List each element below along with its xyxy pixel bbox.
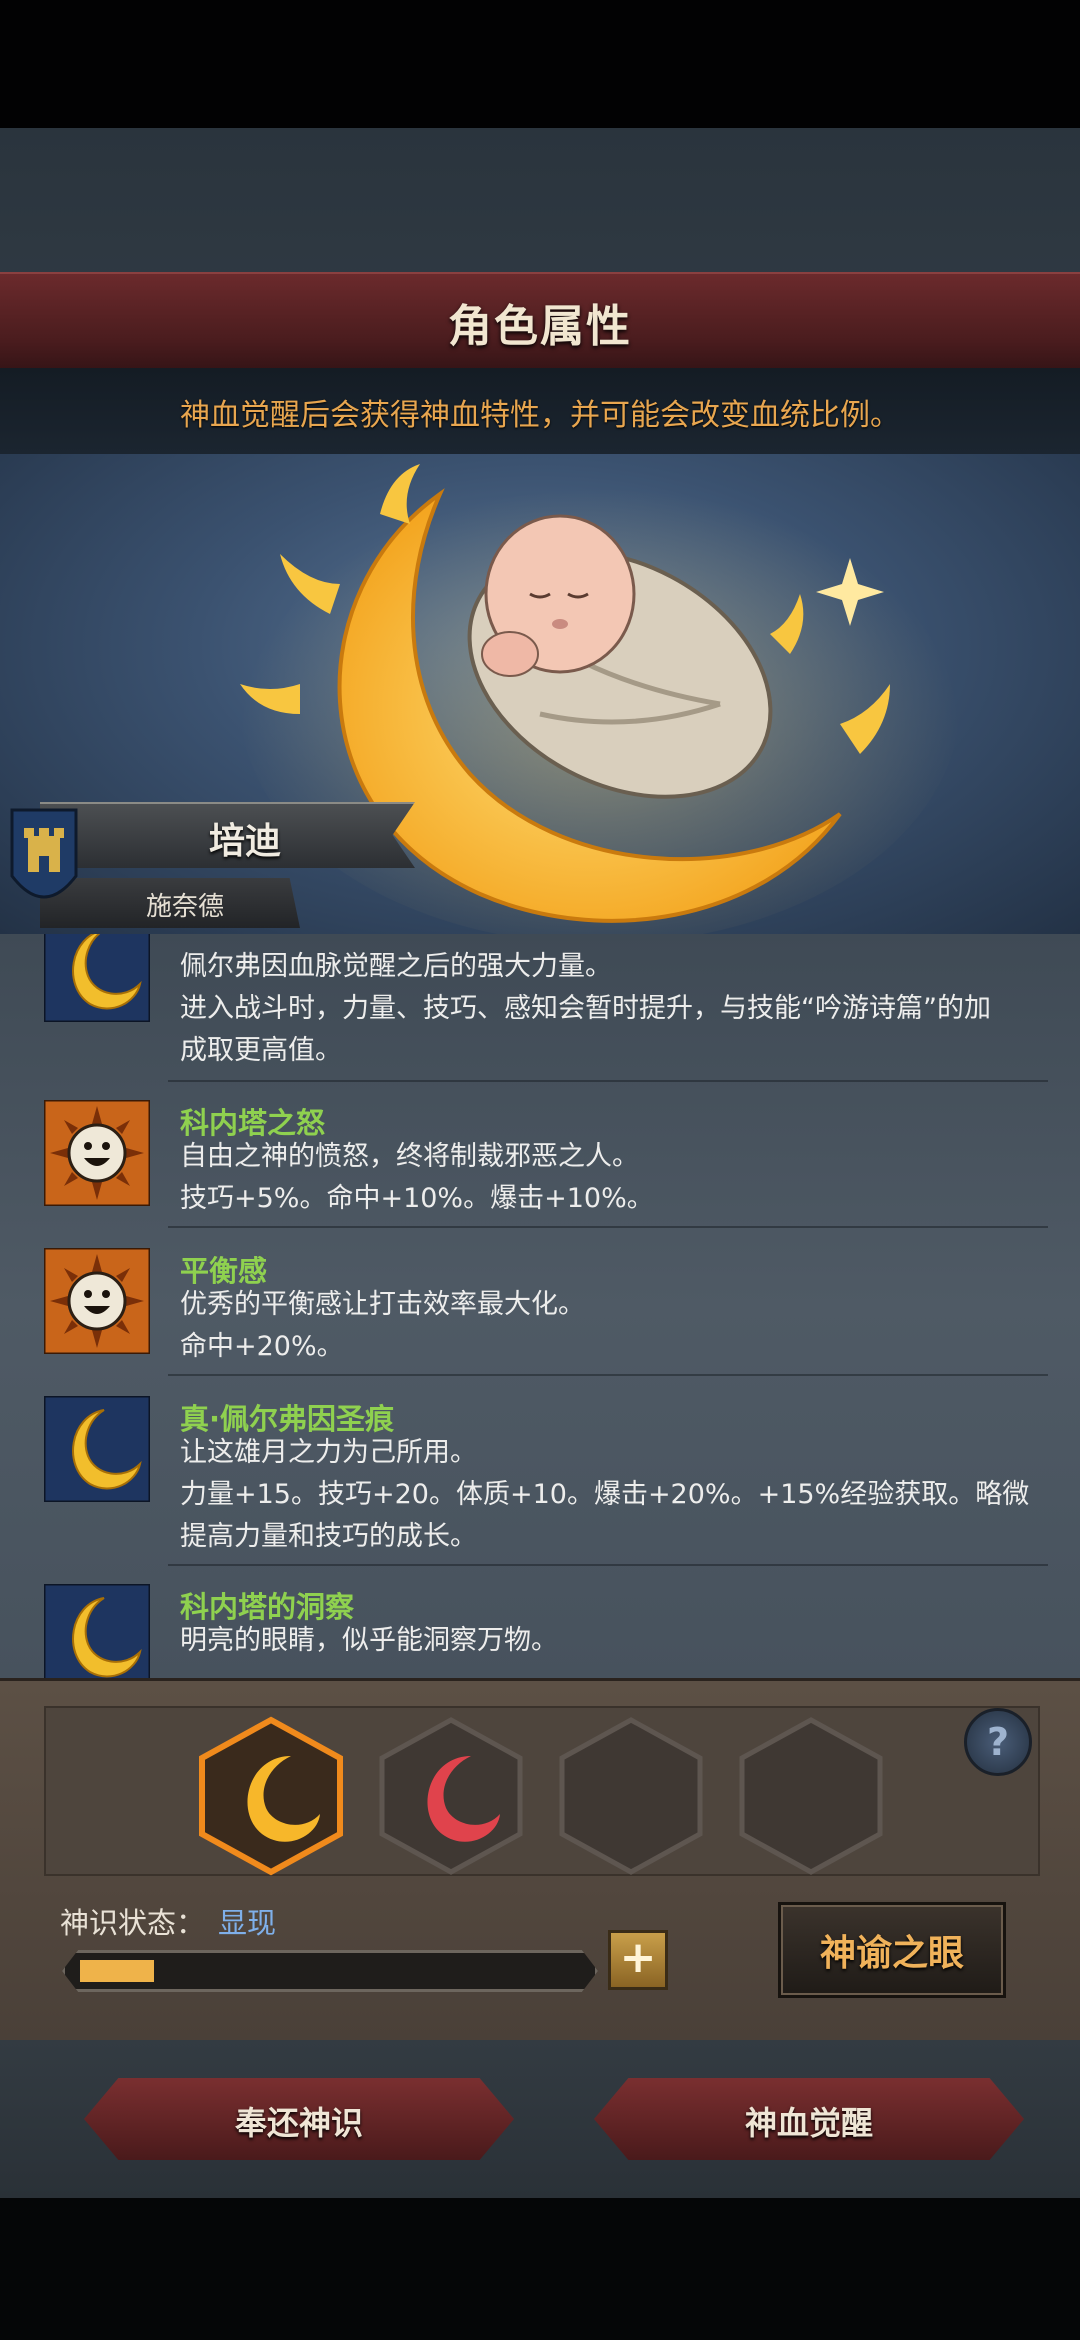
divine-slot-empty[interactable] — [556, 1716, 706, 1876]
trait-desc-line: 力量+15。技巧+20。体质+10。爆击+20%。+15%经验获取。略微 — [180, 1479, 1030, 1510]
divider — [168, 1564, 1048, 1566]
character-name: 培迪 — [208, 821, 281, 862]
divine-status-value: 显现 — [218, 1906, 277, 1940]
divine-status-label: 神识状态： — [60, 1906, 206, 1940]
trait-desc-line: 自由之神的愤怒，终将制裁邪恶之人。 — [180, 1141, 639, 1172]
crescent-moon-icon — [44, 934, 150, 1022]
trait-list[interactable]: 佩尔弗因血脉觉醒之后的强大力量。 进入战斗时，力量、技巧、感知会暂时提升，与技能… — [0, 934, 1080, 1678]
divine-slot-red-moon[interactable] — [376, 1716, 526, 1876]
status-bar-area — [0, 0, 1080, 128]
divine-slot-empty[interactable] — [736, 1716, 886, 1876]
divine-progress-fill — [80, 1960, 154, 1982]
trait-desc-line: 优秀的平衡感让打击效率最大化。 — [180, 1289, 585, 1320]
trait-desc-line: 佩尔弗因血脉觉醒之后的强大力量。 — [180, 951, 612, 982]
help-button[interactable]: ? — [964, 1708, 1032, 1776]
bottom-black-area — [0, 2198, 1080, 2340]
add-divine-button[interactable]: + — [608, 1930, 668, 1990]
trait-desc-line: 提高力量和技巧的成长。 — [180, 1521, 477, 1552]
trait-desc-line: 明亮的眼睛，似乎能洞察万物。 — [180, 1625, 558, 1656]
divider — [168, 1374, 1048, 1376]
crescent-moon-icon — [44, 1396, 150, 1502]
crescent-moon-icon — [44, 1584, 150, 1678]
trait-desc-line: 成取更高值。 — [180, 1035, 342, 1066]
divine-slot-gold-moon[interactable] — [196, 1716, 346, 1876]
divine-slot-area — [44, 1706, 1040, 1876]
trait-desc-line: 让这雄月之力为己所用。 — [180, 1437, 477, 1468]
page-subtitle: 神血觉醒后会获得神血特性，并可能会改变血统比例。 — [180, 398, 900, 433]
character-family: 施奈德 — [145, 892, 224, 922]
divider — [168, 1080, 1048, 1082]
smiling-sun-icon — [44, 1248, 150, 1354]
smiling-sun-icon — [44, 1100, 150, 1206]
divider — [168, 1226, 1048, 1228]
blood-awaken-label[interactable]: 神血觉醒 — [594, 2098, 1024, 2144]
oracle-eye-label[interactable]: 神谕之眼 — [778, 1924, 1006, 1976]
trait-desc-line: 进入战斗时，力量、技巧、感知会暂时提升，与技能“吟游诗篇”的加 — [180, 993, 991, 1024]
page-title: 角色属性 — [448, 301, 632, 352]
return-divine-label[interactable]: 奉还神识 — [84, 2098, 514, 2144]
trait-desc-line: 命中+20%。 — [180, 1331, 344, 1362]
trait-desc-line: 技巧+5%。命中+10%。爆击+10%。 — [180, 1183, 654, 1214]
family-crest-icon — [10, 808, 78, 899]
